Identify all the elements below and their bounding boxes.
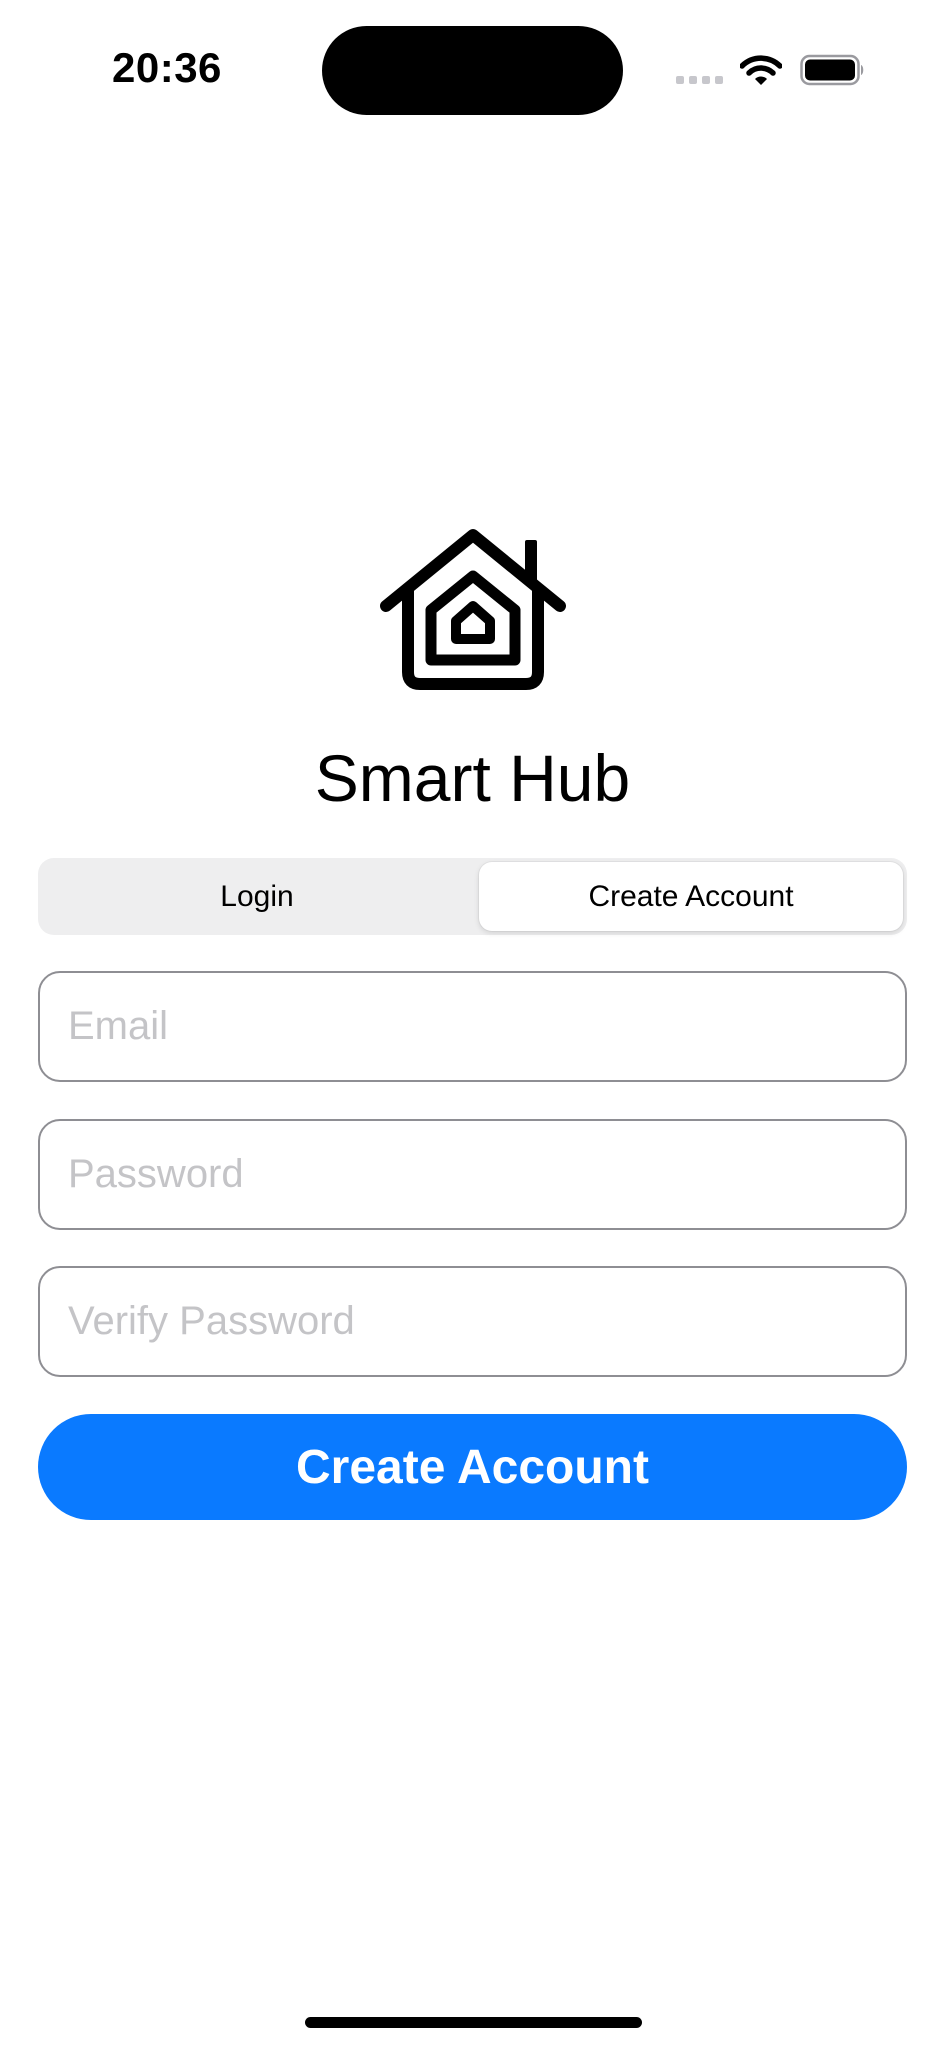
login-segment[interactable]: Login [42, 862, 472, 931]
auth-mode-segmented-control: Login Create Account [38, 858, 907, 935]
home-icon [380, 529, 566, 690]
dynamic-island [322, 26, 623, 115]
app-title: Smart Hub [314, 741, 631, 815]
create-account-button[interactable]: Create Account [38, 1414, 907, 1520]
email-field[interactable] [38, 971, 907, 1082]
status-bar: 20:36 [0, 0, 945, 140]
verify-password-field[interactable] [38, 1266, 907, 1377]
battery-icon [800, 54, 864, 86]
cellular-signal-icon [676, 76, 723, 84]
wifi-icon [740, 55, 782, 85]
password-field[interactable] [38, 1119, 907, 1230]
home-indicator[interactable] [305, 2017, 642, 2028]
create-account-segment[interactable]: Create Account [479, 862, 903, 931]
status-time: 20:36 [112, 44, 222, 91]
